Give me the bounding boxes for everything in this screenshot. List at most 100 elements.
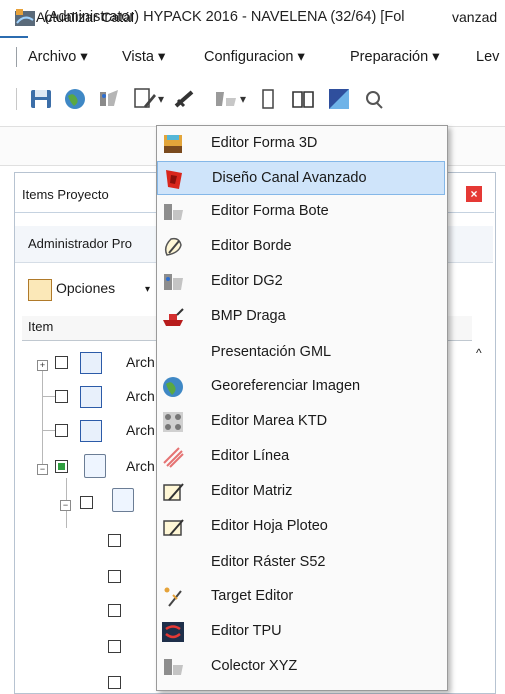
vessel-icon[interactable] <box>212 86 238 112</box>
tide-ktd-icon <box>161 410 185 434</box>
tree-checkbox[interactable] <box>55 356 68 369</box>
menu-item-editor-dg2[interactable]: Editor DG2 <box>157 265 445 299</box>
globe-icon <box>161 375 185 399</box>
tab-label: Administrador Pro <box>28 236 133 251</box>
menu-item-label: Editor Matriz <box>211 483 293 499</box>
menu-item-presentacion-gml[interactable]: Presentación GML <box>157 336 445 370</box>
boat-tools-icon[interactable] <box>96 86 122 112</box>
update-catalog-button[interactable]: Actualizar Catál <box>36 9 134 25</box>
menu-preparacion[interactable]: Preparación ▾ <box>350 38 440 76</box>
book-icon[interactable] <box>290 86 316 112</box>
tree-checkbox[interactable] <box>108 676 121 689</box>
menu-item-editor-forma-3d[interactable]: Editor Forma 3D <box>157 127 445 161</box>
dataset-grid-icon <box>80 386 102 408</box>
menu-item-georeferenciar-imagen[interactable]: Georeferenciar Imagen <box>157 370 445 404</box>
menu-label: Archivo <box>28 49 77 65</box>
tree-item-label[interactable]: Arch <box>126 422 155 438</box>
toolbar-separator <box>16 88 17 110</box>
options-icon <box>28 279 52 301</box>
menu-levantamiento[interactable]: Lev <box>476 38 499 76</box>
advanced-channel-icon <box>162 167 186 191</box>
tree-checkbox[interactable] <box>108 534 121 547</box>
dataset-grid-icon <box>80 420 102 442</box>
document-icon[interactable] <box>256 86 282 112</box>
save-icon[interactable] <box>28 86 54 112</box>
menu-item-label: Diseño Canal Avanzado <box>212 170 367 186</box>
editor-pencil-icon[interactable] <box>132 86 158 112</box>
advanced-button[interactable]: vanzad <box>452 9 497 25</box>
menu-item-editor-marea-ktd[interactable]: Editor Marea KTD <box>157 405 445 439</box>
xyz-collector-icon <box>161 655 185 679</box>
menu-item-bmp-draga[interactable]: BMP Draga <box>157 300 445 334</box>
project-file-icon <box>84 454 106 478</box>
menu-item-editor-borde[interactable]: Editor Borde <box>157 230 445 264</box>
tree-expand-toggle[interactable]: + <box>37 360 48 371</box>
menu-item-editor-raster-s52[interactable]: Editor Ráster S52 <box>157 546 445 580</box>
menu-item-editor-linea[interactable]: Editor Línea <box>157 440 445 474</box>
menu-item-label: Presentación GML <box>211 344 332 360</box>
tpu-editor-icon <box>161 620 185 644</box>
stats-icon[interactable] <box>362 86 388 112</box>
chevron-down-icon[interactable]: ▾ <box>158 92 164 106</box>
plot-sheet-icon <box>161 515 185 539</box>
tree-checkbox[interactable] <box>108 570 121 583</box>
menu-item-label: Georeferenciar Imagen <box>211 378 361 394</box>
tree-item-label[interactable]: Arch <box>126 388 155 404</box>
menu-item-label: BMP Draga <box>211 308 286 324</box>
menu-configuracion[interactable]: Configuracion ▾ <box>204 38 305 76</box>
toolbar: ▾ ▾ <box>0 80 505 120</box>
dg2-editor-icon <box>161 270 185 294</box>
matrix-editor-icon <box>161 480 185 504</box>
menu-item-label: Editor Borde <box>211 238 292 254</box>
options-button[interactable]: Opciones <box>56 280 115 296</box>
tree-item-label[interactable]: Arch <box>126 354 155 370</box>
tree-connector <box>42 430 56 431</box>
menu-item-diseno-canal-avanzado[interactable]: Diseño Canal Avanzado <box>157 161 445 195</box>
panel-title: Items Proyecto <box>22 187 109 202</box>
menu-item-label: Colector XYZ <box>211 658 298 674</box>
border-editor-icon <box>161 235 185 259</box>
hypack-logo-icon <box>14 8 36 28</box>
target-editor-icon <box>161 585 185 609</box>
chevron-down-icon[interactable]: ▾ <box>240 92 246 106</box>
menu-item-label: Editor TPU <box>211 623 282 639</box>
tree-collapse-toggle[interactable]: − <box>60 500 71 511</box>
tree-item-label[interactable]: Arch <box>126 458 155 474</box>
menu-item-editor-forma-bote[interactable]: Editor Forma Bote <box>157 195 445 229</box>
tree-checkbox[interactable] <box>55 424 68 437</box>
menu-item-target-editor[interactable]: Target Editor <box>157 580 445 614</box>
boat-shape-icon <box>161 200 185 224</box>
line-editor-icon <box>161 445 185 469</box>
tree-checkbox[interactable] <box>55 390 68 403</box>
menu-item-label: Editor Forma Bote <box>211 203 329 219</box>
dredge-icon <box>161 305 185 329</box>
scroll-up-arrow[interactable]: ^ <box>476 346 482 360</box>
chart-gradient-icon[interactable] <box>326 86 352 112</box>
menu-item-editor-tpu[interactable]: Editor TPU <box>157 615 445 649</box>
tree-checkbox[interactable] <box>55 460 68 473</box>
chevron-down-icon[interactable]: ▾ <box>145 284 150 295</box>
tree-checkbox[interactable] <box>108 604 121 617</box>
menu-item-label: Editor Ráster S52 <box>211 554 326 570</box>
globe-icon[interactable] <box>62 86 88 112</box>
chevron-down-icon: ▾ <box>80 49 88 65</box>
menu-label: Vista <box>122 49 154 65</box>
menu-item-label: Editor Marea KTD <box>211 413 328 429</box>
chevron-down-icon: ▾ <box>432 49 440 65</box>
tree-collapse-toggle[interactable]: − <box>37 464 48 475</box>
column-header-label: Item <box>28 319 54 334</box>
menu-item-editor-matriz[interactable]: Editor Matriz <box>157 475 445 509</box>
menu-label: Lev <box>476 49 500 65</box>
menu-item-colector-xyz[interactable]: Colector XYZ <box>157 650 445 684</box>
menu-item-label: Editor DG2 <box>211 273 283 289</box>
close-icon[interactable]: × <box>466 186 482 202</box>
menu-label: Configuracion <box>204 49 294 65</box>
menu-item-label: Editor Hoja Ploteo <box>211 518 328 534</box>
menu-vista[interactable]: Vista ▾ <box>122 38 165 76</box>
menu-archivo[interactable]: Archivo ▾ <box>28 38 88 76</box>
tree-checkbox[interactable] <box>80 496 93 509</box>
menu-item-editor-hoja-ploteo[interactable]: Editor Hoja Ploteo <box>157 510 445 544</box>
chevron-down-icon: ▾ <box>297 49 305 65</box>
tree-checkbox[interactable] <box>108 640 121 653</box>
tool-gadget-icon[interactable] <box>172 86 198 112</box>
